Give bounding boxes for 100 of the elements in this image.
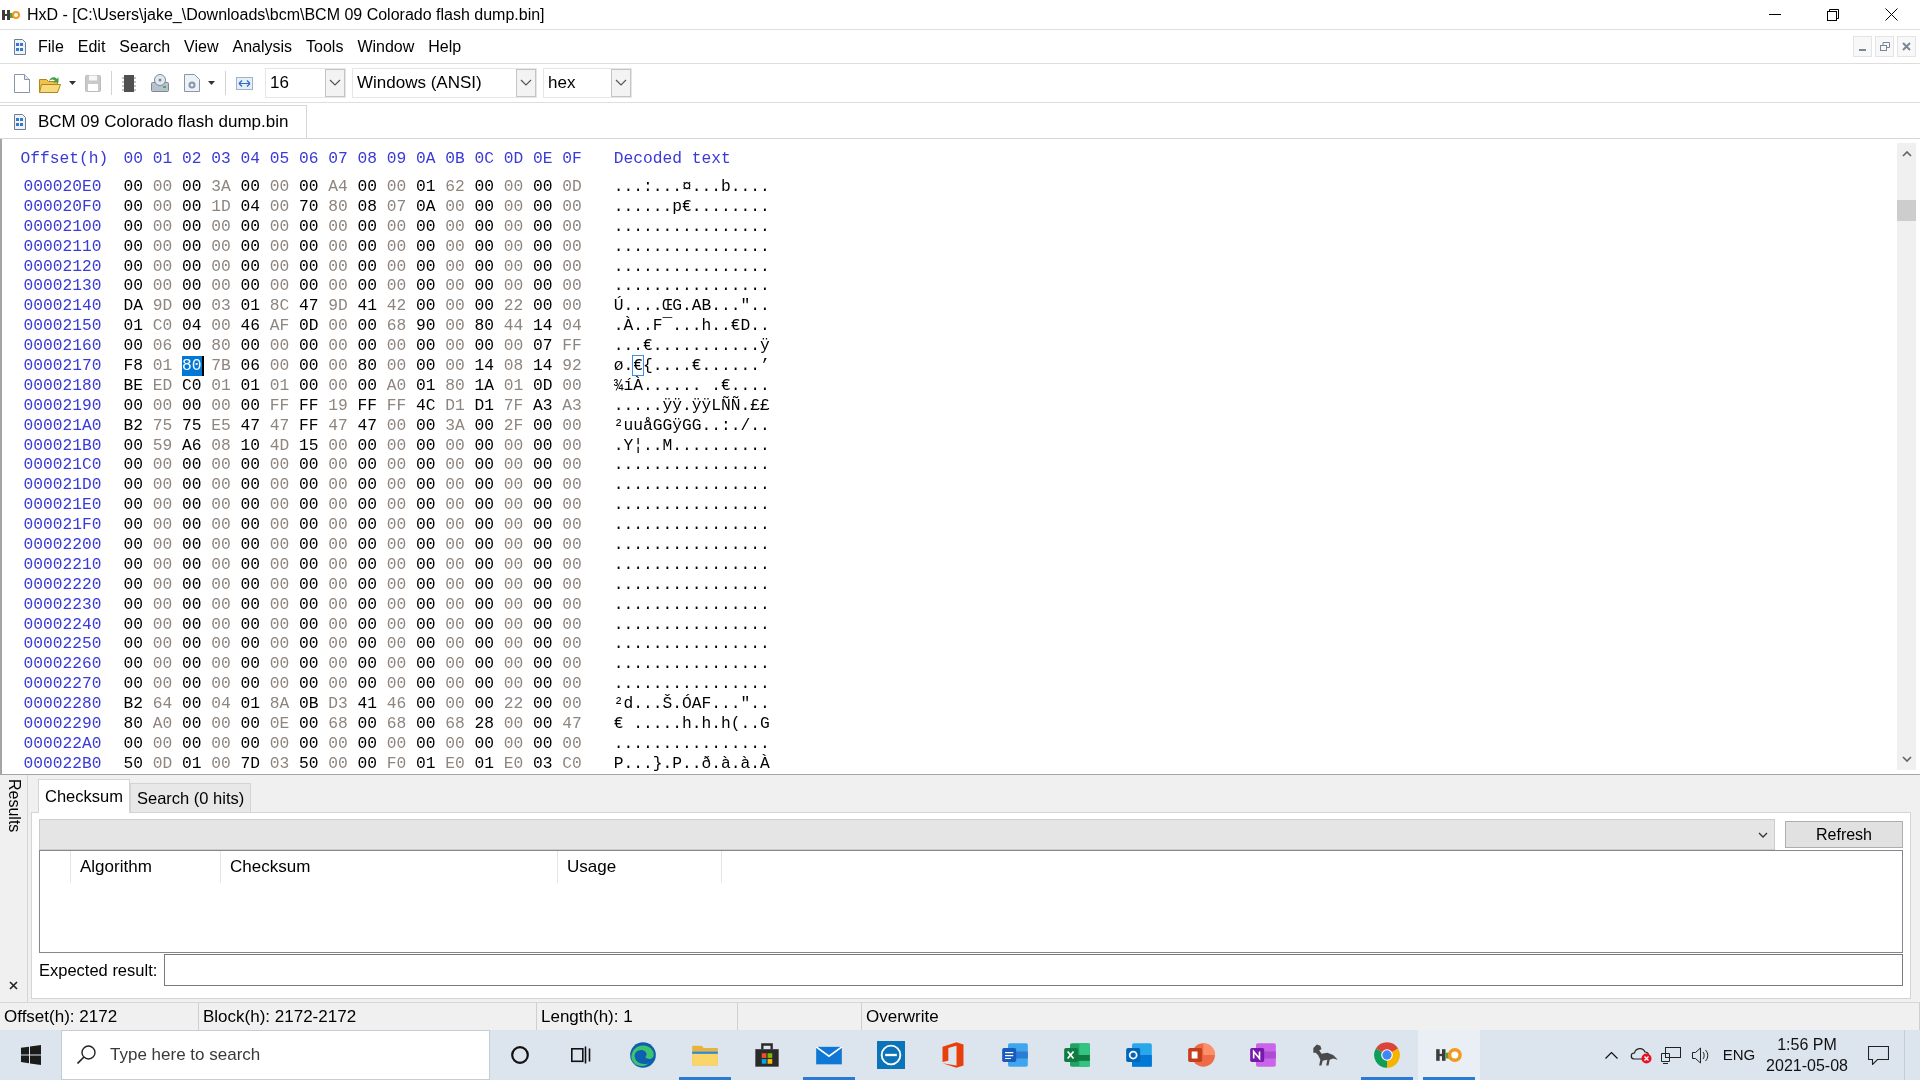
hex-byte[interactable]: 46 [386,694,407,715]
hex-byte[interactable]: 00 [386,356,407,376]
hex-byte[interactable]: 00 [152,515,173,536]
hex-byte[interactable]: 14 [533,356,553,376]
hex-byte[interactable]: 00 [328,495,348,516]
hex-byte[interactable]: 00 [503,634,524,655]
hex-byte[interactable]: 00 [445,674,465,695]
hex-byte[interactable]: 0D [299,316,319,337]
hex-byte[interactable]: 00 [533,256,553,277]
hex-byte[interactable]: 0D [533,375,553,396]
hex-byte[interactable]: 00 [328,336,348,356]
hex-byte[interactable]: 00 [211,594,231,615]
hex-byte[interactable]: 00 [416,674,436,695]
hex-byte[interactable]: 00 [211,535,231,555]
hex-byte[interactable]: 00 [386,435,407,456]
hex-byte[interactable]: 00 [211,674,231,695]
hex-byte[interactable]: 00 [182,594,202,615]
hex-byte[interactable]: 80 [211,336,231,356]
hex-byte[interactable]: 00 [445,196,465,217]
hex-byte[interactable]: 00 [211,515,231,536]
hex-byte[interactable]: 01 [416,753,436,774]
hex-byte[interactable]: 00 [416,236,436,257]
hex-byte[interactable]: 00 [269,336,290,356]
hex-byte[interactable]: 00 [357,336,377,356]
hex-byte[interactable]: 01 [503,375,524,396]
hex-byte[interactable]: 00 [474,415,494,436]
hex-byte[interactable]: 00 [533,554,553,575]
hex-byte[interactable]: 62 [445,177,465,197]
hex-byte[interactable]: 00 [240,733,260,754]
hex-byte[interactable]: 00 [328,733,348,754]
hex-byte[interactable]: 00 [328,356,348,376]
hex-byte[interactable]: 00 [503,674,524,695]
hex-byte[interactable]: 00 [445,475,465,496]
hex-byte[interactable]: 00 [562,196,582,217]
hex-byte[interactable]: 01 [240,694,260,715]
hex-byte[interactable]: 01 [152,356,173,376]
hex-byte[interactable]: 04 [182,316,202,337]
hex-byte[interactable]: FF [386,395,407,416]
hex-byte[interactable]: 00 [152,535,173,555]
scrollbar-thumb[interactable] [1897,200,1916,221]
hex-byte[interactable]: 00 [123,554,143,575]
hex-byte[interactable]: 00 [445,634,465,655]
hex-byte[interactable]: 00 [474,236,494,257]
hex-byte[interactable]: 00 [416,435,436,456]
hex-byte[interactable]: 03 [211,296,231,317]
hex-byte[interactable]: 00 [299,495,319,516]
hex-byte[interactable]: 00 [562,435,582,456]
hex-byte[interactable]: 00 [182,395,202,416]
hex-byte[interactable]: 00 [386,216,407,237]
hex-byte[interactable]: 00 [503,654,524,675]
tab[interactable]: Search (0 hits) [129,783,252,812]
hex-byte[interactable]: 00 [123,177,143,197]
hex-byte[interactable]: 00 [503,256,524,277]
hex-byte[interactable]: 00 [211,216,231,237]
column-header[interactable]: Usage [558,851,722,883]
hex-byte[interactable]: 00 [328,276,348,297]
menu-item[interactable]: Window [350,33,422,60]
hex-byte[interactable]: 00 [152,594,173,615]
hex-byte[interactable]: 00 [416,535,436,555]
hex-byte[interactable]: 00 [474,694,494,715]
hex-byte[interactable]: 00 [386,336,407,356]
hex-byte[interactable]: 64 [152,694,173,715]
hex-byte[interactable]: A3 [562,395,582,416]
hex-byte[interactable]: 00 [123,395,143,416]
hex-byte[interactable]: 00 [211,316,231,337]
hex-byte[interactable]: 00 [211,256,231,277]
hex-byte[interactable]: 00 [328,236,348,257]
hex-byte[interactable]: 00 [123,435,143,456]
hex-byte[interactable]: 00 [328,256,348,277]
hex-byte[interactable]: 00 [211,455,231,476]
hex-byte[interactable]: 00 [123,654,143,675]
hex-byte[interactable]: 00 [445,336,465,356]
hex-byte[interactable]: 00 [328,634,348,655]
hex-byte[interactable]: 01 [182,753,202,774]
hex-byte[interactable]: 00 [357,316,377,337]
hex-byte[interactable]: 2F [503,415,524,436]
hex-byte[interactable]: 00 [386,475,407,496]
hex-byte[interactable]: 00 [182,495,202,516]
hex-byte[interactable]: 00 [474,614,494,635]
hex-byte[interactable]: 00 [386,236,407,257]
hex-byte[interactable]: 00 [269,594,290,615]
hex-byte[interactable]: 00 [445,554,465,575]
hex-byte[interactable]: 03 [533,753,553,774]
hex-byte[interactable]: A0 [152,714,173,734]
hex-byte[interactable]: 00 [299,733,319,754]
hex-byte[interactable]: 00 [474,455,494,476]
hex-byte[interactable]: 00 [533,654,553,675]
hex-byte[interactable]: 00 [503,236,524,257]
hex-byte[interactable]: 00 [445,594,465,615]
hex-byte[interactable]: 00 [328,216,348,237]
hex-byte[interactable]: 00 [445,435,465,456]
hex-byte[interactable]: 00 [503,196,524,217]
hex-byte[interactable]: 00 [474,554,494,575]
hex-byte[interactable]: 00 [386,455,407,476]
hex-byte[interactable]: 00 [299,455,319,476]
hex-byte[interactable]: 00 [211,654,231,675]
hex-byte[interactable]: A0 [386,375,407,396]
hex-byte[interactable]: 00 [533,276,553,297]
hex-byte[interactable]: 00 [182,614,202,635]
hex-byte[interactable]: 08 [357,196,377,217]
